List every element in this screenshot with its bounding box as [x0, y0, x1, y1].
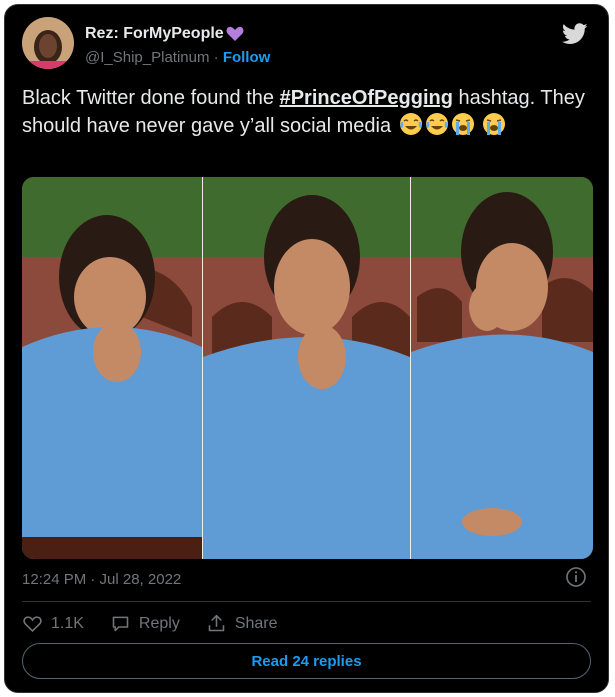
tears-of-joy-emoji [425, 112, 449, 136]
tweet-photo[interactable] [22, 177, 593, 559]
like-count: 1.1K [51, 614, 84, 632]
avatar[interactable] [22, 17, 74, 69]
handle-separator: · [209, 49, 223, 66]
share-button[interactable]: Share [206, 613, 278, 634]
photo-panel-1 [22, 177, 202, 559]
action-bar: 1.1K Reply Share [22, 613, 304, 634]
heart-outline-icon [23, 616, 42, 633]
reply-button[interactable]: Reply [110, 613, 180, 634]
loudly-crying-emoji [482, 112, 506, 136]
author-name-row: Rez: ForMyPeople [85, 25, 244, 43]
speech-bubble-icon [112, 616, 129, 632]
handle-row: @I_Ship_Platinum · Follow [85, 49, 270, 66]
like-button[interactable]: 1.1K [22, 613, 84, 634]
tweet-timestamp[interactable]: 12:24 PM · Jul 28, 2022 [22, 571, 181, 588]
purple-heart-icon [226, 26, 244, 42]
photo-panel-2 [203, 177, 410, 559]
photo-panel-3 [411, 177, 593, 559]
reply-label: Reply [138, 614, 180, 632]
follow-button[interactable]: Follow [223, 49, 271, 66]
author-handle[interactable]: @I_Ship_Platinum [85, 49, 209, 66]
share-label: Share [234, 614, 278, 632]
read-replies-button[interactable]: Read 24 replies [22, 643, 591, 679]
tweet-text-before: Black Twitter done found the [22, 87, 280, 109]
tears-of-joy-emoji [399, 112, 423, 136]
display-name[interactable]: Rez: ForMyPeople [85, 25, 224, 43]
divider [22, 601, 591, 602]
loudly-crying-emoji [451, 112, 475, 136]
tweet-text: Black Twitter done found the #PrinceOfPe… [22, 85, 597, 140]
hashtag-link[interactable]: #PrinceOfPegging [280, 87, 453, 109]
tweet-card: Rez: ForMyPeople @I_Ship_Platinum · Foll… [4, 4, 609, 693]
info-icon[interactable] [565, 566, 587, 588]
share-upload-icon [208, 614, 225, 632]
twitter-bird-icon[interactable] [561, 23, 588, 45]
